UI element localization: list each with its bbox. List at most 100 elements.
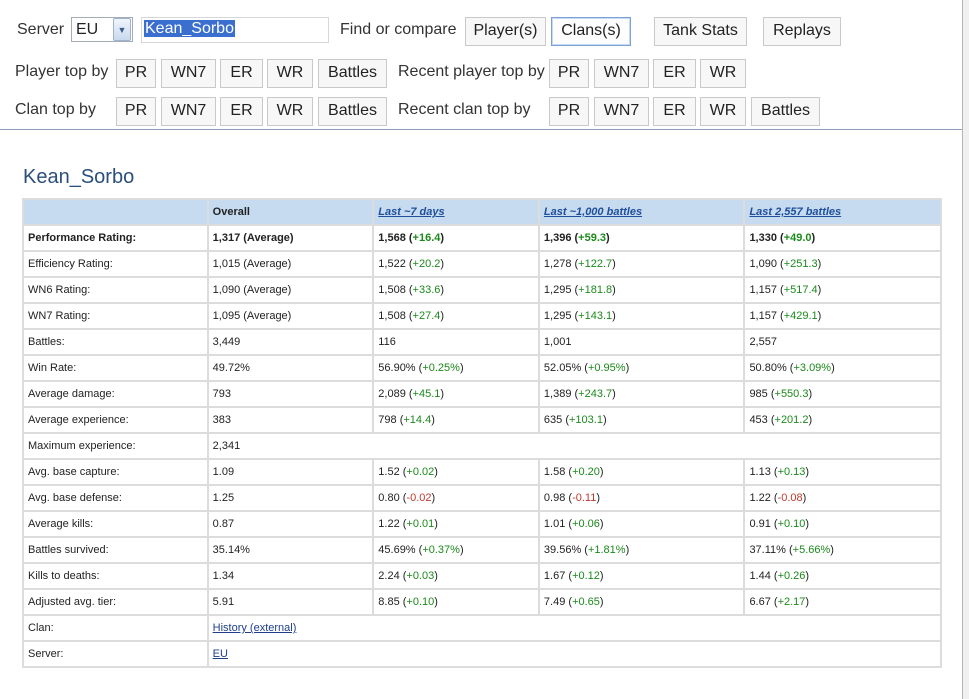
table-cell: 1,389 (+243.7) bbox=[537, 380, 746, 408]
cell-paren: ) bbox=[440, 232, 445, 244]
cell-delta: -0.11 bbox=[572, 492, 597, 504]
row-label: Average experience: bbox=[22, 406, 209, 434]
header-last-7-days[interactable]: Last ~7 days bbox=[372, 198, 540, 226]
player-top-wr-button[interactable]: WR bbox=[267, 58, 313, 88]
row-label: Battles: bbox=[22, 328, 209, 356]
cell-value: 1,295 ( bbox=[543, 310, 579, 322]
table-cell: 2,557 bbox=[743, 328, 942, 356]
recent-clan-top-wn7-button[interactable]: WN7 bbox=[594, 96, 649, 126]
cell-paren: ) bbox=[612, 258, 616, 270]
table-cell: 37.11% (+5.66%) bbox=[743, 536, 942, 564]
row-label: Avg. base capture: bbox=[22, 458, 209, 486]
table-cell[interactable]: EU bbox=[206, 640, 943, 668]
player-top-label: Player top by bbox=[15, 63, 109, 80]
players-button[interactable]: Player(s) bbox=[465, 16, 546, 46]
recent-player-top-row: Recent player top by bbox=[398, 56, 545, 88]
row-label: WN6 Rating: bbox=[22, 276, 209, 304]
header-last-2557-battles[interactable]: Last 2,557 battles bbox=[743, 198, 942, 226]
cell-value: 2,089 ( bbox=[378, 388, 413, 400]
recent-clan-top-wr-button[interactable]: WR bbox=[700, 96, 746, 126]
table-cell: 2,089 (+45.1) bbox=[372, 380, 540, 408]
table-cell: 1.22 (+0.01) bbox=[372, 510, 540, 538]
cell-value: 52.05% ( bbox=[543, 362, 588, 374]
cell-value: 0.87 bbox=[212, 518, 235, 530]
cell-delta: +2.17 bbox=[777, 596, 806, 608]
table-row: Clan: History (external) bbox=[22, 614, 943, 642]
header-last-1000-battles-link[interactable]: Last ~1,000 battles bbox=[544, 206, 642, 218]
stats-table-body: Overall Last ~7 days Last ~1,000 battles… bbox=[22, 198, 943, 668]
recent-player-top-wn7-button[interactable]: WN7 bbox=[594, 58, 649, 88]
cell-value: 1,508 ( bbox=[378, 284, 413, 296]
tank-stats-button[interactable]: Tank Stats bbox=[654, 16, 747, 46]
recent-player-top-pr-button[interactable]: PR bbox=[549, 58, 589, 88]
cell-delta: +33.6 bbox=[412, 284, 441, 296]
table-cell: 0.80 (-0.02) bbox=[372, 484, 540, 512]
cell-delta: +0.65 bbox=[572, 596, 600, 608]
server-select[interactable]: EU ▼ bbox=[71, 17, 133, 42]
clan-top-er-button[interactable]: ER bbox=[220, 96, 263, 126]
table-cell: 635 (+103.1) bbox=[537, 406, 746, 434]
chevron-down-icon[interactable]: ▼ bbox=[113, 18, 131, 41]
cell-paren: ) bbox=[805, 466, 810, 478]
cell-value: 7.49 ( bbox=[543, 596, 573, 608]
cell-delta: +122.7 bbox=[578, 258, 613, 270]
clan-top-pr-button[interactable]: PR bbox=[116, 96, 156, 126]
row-label: Average damage: bbox=[22, 380, 209, 408]
player-top-er-button[interactable]: ER bbox=[220, 58, 263, 88]
header-last-1000-battles[interactable]: Last ~1,000 battles bbox=[537, 198, 746, 226]
table-row: Average kills: 0.87 1.22 (+0.01) 1.01 (+0.0… bbox=[22, 510, 942, 538]
header-last-7-days-link[interactable]: Last ~7 days bbox=[378, 206, 444, 218]
table-cell: 2,341 bbox=[206, 432, 943, 460]
row-link[interactable]: EU bbox=[213, 648, 228, 660]
table-cell: 1,522 (+20.2) bbox=[372, 250, 540, 278]
cell-paren: ) bbox=[434, 518, 438, 530]
cell-delta: +45.1 bbox=[412, 388, 441, 400]
cell-value: 1,278 ( bbox=[543, 258, 579, 270]
clan-top-battles-button[interactable]: Battles bbox=[318, 96, 387, 126]
cell-value: 1,317 (Average) bbox=[212, 232, 294, 244]
table-row: Avg. base capture: 1.09 1.52 (+0.02) 1.58 (… bbox=[22, 458, 942, 486]
recent-player-top-wr-button[interactable]: WR bbox=[700, 58, 746, 88]
table-cell: 1,396 (+59.3) bbox=[537, 224, 746, 252]
player-top-wn7-button[interactable]: WN7 bbox=[161, 58, 216, 88]
recent-player-top-er-button[interactable]: ER bbox=[653, 58, 696, 88]
table-cell: 793 bbox=[206, 380, 375, 408]
cell-delta: +0.20 bbox=[572, 466, 600, 478]
recent-clan-top-battles-button[interactable]: Battles bbox=[751, 96, 820, 126]
clans-button[interactable]: Clans(s) bbox=[551, 16, 631, 46]
player-name-input[interactable]: Kean_Sorbo bbox=[141, 17, 329, 43]
table-cell: 1.09 bbox=[206, 458, 375, 486]
clan-top-label: Clan top by bbox=[15, 101, 96, 118]
cell-delta: +49.0 bbox=[783, 232, 812, 244]
cell-value: 798 ( bbox=[378, 414, 404, 426]
cell-paren: ) bbox=[612, 388, 616, 400]
clan-top-buttons: PR WN7 ER WR Battles bbox=[116, 95, 387, 127]
cell-value: 116 bbox=[378, 336, 396, 348]
clan-top-wr-button[interactable]: WR bbox=[267, 96, 313, 126]
cell-delta: +0.13 bbox=[777, 466, 806, 478]
clan-top-wn7-button[interactable]: WN7 bbox=[161, 96, 216, 126]
cell-paren: ) bbox=[805, 596, 810, 608]
row-link[interactable]: History (external) bbox=[213, 622, 297, 634]
recent-clan-top-er-button[interactable]: ER bbox=[653, 96, 696, 126]
replays-button[interactable]: Replays bbox=[763, 16, 841, 46]
cell-value: 1.09 bbox=[212, 466, 235, 478]
table-row: Average experience: 383 798 (+14.4) 635 (+1… bbox=[22, 406, 942, 434]
cell-value: 1,522 ( bbox=[378, 258, 413, 270]
cell-value: 1,157 ( bbox=[749, 284, 784, 296]
cell-delta: +20.2 bbox=[412, 258, 441, 270]
cell-delta: +251.3 bbox=[783, 258, 818, 270]
cell-value: 1,001 bbox=[543, 336, 572, 348]
cell-paren: ) bbox=[440, 284, 445, 296]
window-frame-edge bbox=[962, 0, 969, 699]
player-top-battles-button[interactable]: Battles bbox=[318, 58, 387, 88]
header-last-2557-battles-link[interactable]: Last 2,557 battles bbox=[749, 206, 841, 218]
recent-clan-top-pr-button[interactable]: PR bbox=[549, 96, 589, 126]
player-top-pr-button[interactable]: PR bbox=[116, 58, 156, 88]
cell-value: 793 bbox=[212, 388, 232, 400]
cell-delta: +0.95% bbox=[587, 362, 626, 374]
cell-paren: ) bbox=[817, 258, 822, 270]
cell-paren: ) bbox=[602, 414, 607, 426]
table-cell[interactable]: History (external) bbox=[206, 614, 943, 642]
table-cell: 7.49 (+0.65) bbox=[537, 588, 746, 616]
